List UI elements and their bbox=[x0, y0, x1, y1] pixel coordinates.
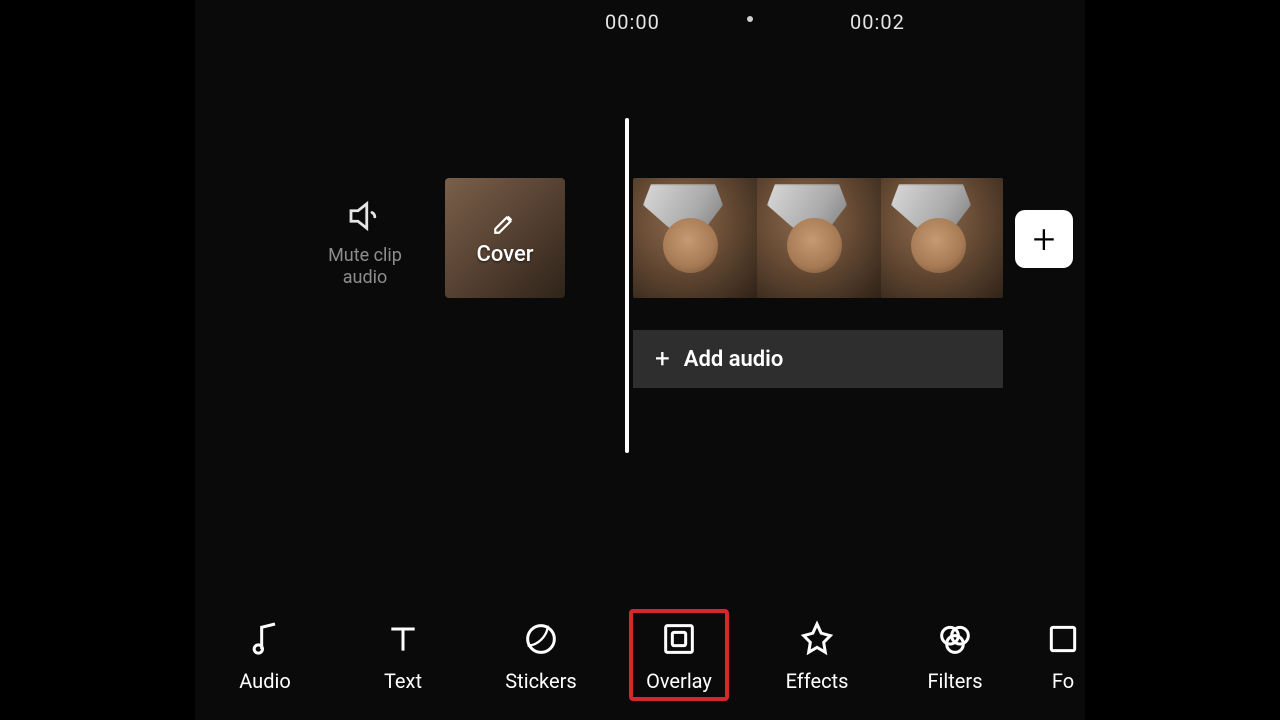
tool-label: Audio bbox=[239, 669, 291, 693]
clip-frame bbox=[633, 178, 757, 298]
tool-label: Effects bbox=[786, 669, 849, 693]
tool-filters[interactable]: Filters bbox=[905, 611, 1005, 699]
sticker-icon bbox=[521, 619, 561, 659]
format-icon bbox=[1043, 619, 1083, 659]
star-icon bbox=[797, 619, 837, 659]
speaker-mute-icon bbox=[344, 195, 386, 237]
video-clip[interactable] bbox=[633, 178, 1003, 298]
tool-effects[interactable]: Effects bbox=[767, 611, 867, 699]
add-audio-label: Add audio bbox=[684, 347, 784, 372]
mute-clip-audio-button[interactable]: Mute clip audio bbox=[310, 195, 420, 289]
time-ruler-dot bbox=[747, 16, 753, 22]
mute-label-line2: audio bbox=[310, 267, 420, 289]
tool-stickers[interactable]: Stickers bbox=[491, 611, 591, 699]
clip-frame bbox=[881, 178, 1003, 298]
add-audio-button[interactable]: + Add audio bbox=[633, 330, 1003, 388]
tool-label: Stickers bbox=[505, 669, 576, 693]
pencil-icon bbox=[492, 210, 518, 236]
tool-label: Overlay bbox=[646, 669, 712, 693]
cover-label: Cover bbox=[476, 242, 533, 267]
music-note-icon bbox=[245, 619, 285, 659]
cover-thumbnail[interactable]: Cover bbox=[445, 178, 565, 298]
time-ruler: 00:00 00:02 bbox=[195, 10, 1085, 40]
text-icon bbox=[383, 619, 423, 659]
time-mark-end: 00:02 bbox=[850, 10, 905, 34]
tool-text[interactable]: Text bbox=[353, 611, 453, 699]
bottom-toolbar: Audio Text Stickers Overlay bbox=[195, 600, 1085, 710]
clip-frame bbox=[757, 178, 881, 298]
tool-label: Filters bbox=[927, 669, 982, 693]
add-clip-button[interactable]: + bbox=[1015, 210, 1073, 268]
time-mark-start: 00:00 bbox=[605, 10, 660, 34]
filters-icon bbox=[935, 619, 975, 659]
plus-icon: + bbox=[655, 344, 670, 374]
mute-label-line1: Mute clip bbox=[310, 245, 420, 267]
plus-icon: + bbox=[1033, 216, 1056, 263]
tool-label: Text bbox=[384, 669, 422, 693]
playhead[interactable] bbox=[625, 118, 629, 453]
tool-format-partial[interactable]: Fo bbox=[1043, 611, 1083, 699]
editor-stage: 00:00 00:02 Mute clip audio Cover + + bbox=[195, 0, 1085, 720]
tool-overlay[interactable]: Overlay bbox=[629, 609, 729, 701]
overlay-icon bbox=[659, 619, 699, 659]
tool-audio[interactable]: Audio bbox=[215, 611, 315, 699]
tool-label: Fo bbox=[1052, 669, 1074, 693]
